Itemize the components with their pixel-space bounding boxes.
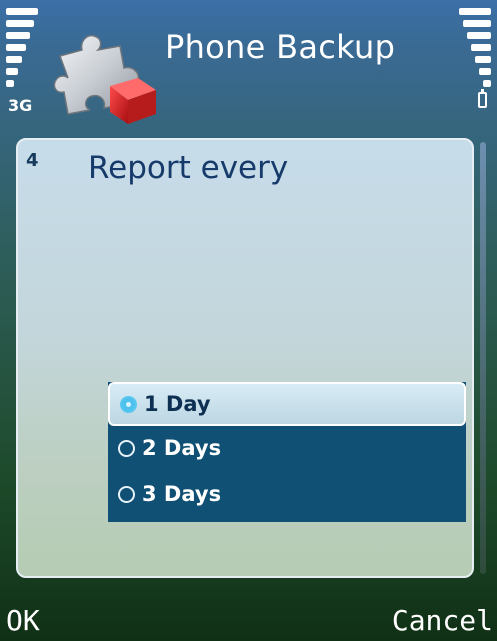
ok-softkey[interactable]: OK	[6, 604, 40, 637]
signal-bar	[6, 68, 18, 75]
option-label: 2 Days	[142, 436, 222, 460]
radio-unselected-icon[interactable]	[118, 486, 135, 503]
option-label: 1 Day	[144, 392, 211, 416]
question-prompt: Report every	[88, 150, 289, 186]
battery-level-icon	[459, 8, 491, 90]
battery-bar	[471, 44, 491, 51]
battery-bar	[483, 80, 491, 87]
battery-bar	[467, 32, 491, 39]
puzzle-backup-icon	[53, 34, 156, 124]
option-label: 3 Days	[142, 482, 222, 506]
status-header: 3G Phone Backup	[0, 0, 497, 130]
battery-bar	[459, 8, 491, 15]
signal-bar	[6, 20, 34, 27]
cancel-softkey[interactable]: Cancel	[392, 604, 493, 637]
battery-bar	[475, 56, 491, 63]
battery-bar	[463, 20, 491, 27]
radio-unselected-icon[interactable]	[118, 440, 135, 457]
signal-bar	[6, 32, 30, 39]
battery-bar	[479, 68, 491, 75]
radio-selected-icon[interactable]	[120, 396, 137, 413]
signal-bar	[6, 8, 38, 15]
signal-strength-icon	[6, 8, 38, 90]
option-3-days[interactable]: 3 Days	[108, 474, 466, 518]
option-1-day[interactable]: 1 Day	[108, 382, 466, 426]
option-2-days[interactable]: 2 Days	[108, 428, 466, 472]
scrollbar[interactable]	[480, 142, 486, 574]
signal-bar	[6, 80, 14, 87]
app-title: Phone Backup	[165, 28, 396, 66]
report-frequency-list[interactable]: 1 Day 2 Days 3 Days	[108, 382, 466, 522]
battery-icon	[478, 89, 487, 108]
signal-bar	[6, 56, 22, 63]
network-type-label: 3G	[8, 96, 33, 115]
step-number: 4	[26, 150, 39, 171]
signal-bar	[6, 44, 26, 51]
